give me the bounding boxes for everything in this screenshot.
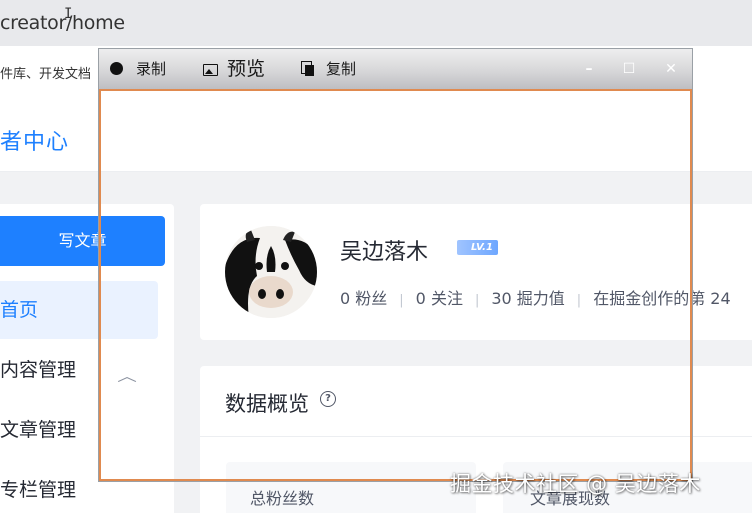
record-label: 录制 [136, 60, 167, 78]
screen-recorder-window: 录制 预览 复制 – ☐ ✕ [98, 48, 693, 482]
image-icon [203, 64, 218, 76]
watermark: 掘金技术社区 @ 吴边落木 [450, 472, 701, 496]
bookmark-item[interactable]: 件库、开发文档 [0, 63, 91, 82]
record-button[interactable]: 录制 [110, 49, 166, 89]
copy-icon [301, 61, 314, 76]
preview-label: 预览 [227, 58, 266, 80]
stat-label-total-fans: 总粉丝数 [250, 489, 315, 508]
address-bar[interactable]: creator/home I [0, 0, 752, 46]
text-cursor-icon: I [64, 6, 73, 22]
minimize-icon[interactable]: – [577, 57, 601, 81]
recorder-toolbar[interactable]: 录制 预览 复制 – ☐ ✕ [99, 49, 692, 89]
capture-region-frame[interactable] [99, 89, 692, 481]
site-title[interactable]: 者中心 [0, 124, 69, 156]
close-icon[interactable]: ✕ [659, 57, 683, 81]
copy-label: 复制 [326, 60, 357, 78]
maximize-icon[interactable]: ☐ [617, 57, 641, 81]
url-text[interactable]: creator/home [0, 12, 125, 34]
copy-button[interactable]: 复制 [301, 49, 356, 89]
preview-button[interactable]: 预览 [203, 49, 265, 89]
record-dot-icon [110, 62, 123, 75]
